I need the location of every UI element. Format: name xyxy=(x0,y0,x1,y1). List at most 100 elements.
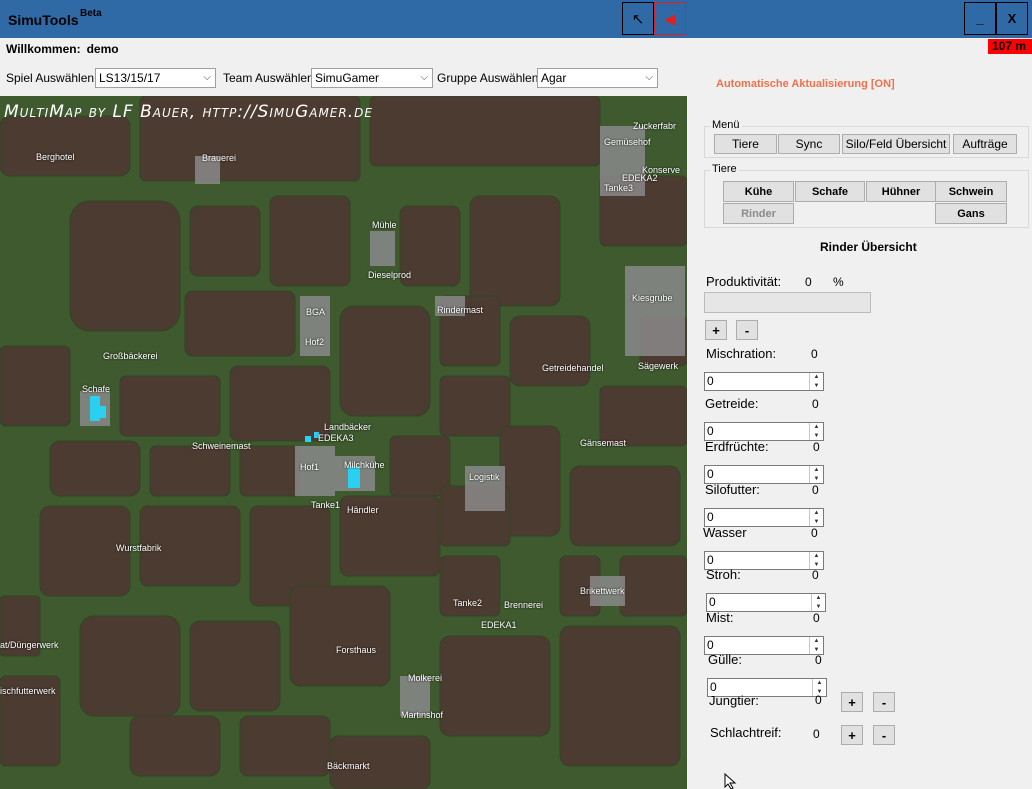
stepper-value: 0 xyxy=(710,680,717,694)
ping-indicator: 107 m xyxy=(988,39,1032,54)
triangle-left-icon: ◀ xyxy=(664,10,676,28)
map-label: Berghotel xyxy=(36,152,75,162)
arrow-up-left-icon: ↖ xyxy=(631,10,645,28)
field-value: 0 xyxy=(812,568,819,582)
plus-icon: + xyxy=(848,727,856,743)
welcome-text: Willkommen: demo xyxy=(6,42,119,56)
map-label: Schafe xyxy=(82,384,111,394)
pigs-button-label: Schwein xyxy=(948,185,994,198)
map-label: Schweinemast xyxy=(192,441,251,451)
game-select-value: LS13/15/17 xyxy=(99,71,161,85)
welcome-label: Willkommen: xyxy=(6,42,81,56)
map-label: Gemüsehof xyxy=(604,137,651,147)
productivity-minus-button[interactable]: - xyxy=(736,320,758,340)
map-label: EDEKA1 xyxy=(481,620,517,630)
cattle-button[interactable]: Rinder xyxy=(723,203,794,224)
sync-button[interactable]: Sync xyxy=(778,134,840,154)
map-label: Rindermast xyxy=(437,305,484,315)
arrow-up-icon[interactable]: ▲ xyxy=(810,466,823,475)
close-button[interactable]: X xyxy=(996,2,1028,35)
team-select-label: Team Auswählen: xyxy=(223,71,318,85)
nav-toggle-button[interactable]: ◀ xyxy=(654,2,686,35)
map-title: MultiMap by LF Bauer, http://SimuGamer.d… xyxy=(4,102,373,122)
map-label: Tanke3 xyxy=(604,183,634,193)
field-value: 0 xyxy=(815,653,822,667)
map-label: EDEKA3 xyxy=(318,433,354,443)
arrow-down-icon[interactable]: ▼ xyxy=(810,518,823,527)
stepper-arrows[interactable]: ▲ ▼ xyxy=(811,594,825,611)
map-label: Großbäckerei xyxy=(103,351,158,361)
field-label: Mist: xyxy=(706,610,734,625)
slaughter-plus-button[interactable]: + xyxy=(841,725,863,745)
slaughter-value: 0 xyxy=(813,727,820,741)
map-label: Tanke1 xyxy=(311,500,341,510)
map-label: Getreidehandel xyxy=(542,363,604,373)
orders-button-label: Aufträge xyxy=(962,137,1008,151)
young-plus-button[interactable]: + xyxy=(841,692,863,712)
stepper-value: 0 xyxy=(707,638,714,652)
stepper-arrows[interactable]: ▲ ▼ xyxy=(809,466,823,483)
young-minus-button[interactable]: - xyxy=(873,692,895,712)
plus-icon: + xyxy=(848,694,856,710)
animals-group-title: Tiere xyxy=(710,163,739,175)
field-value: 0 xyxy=(813,440,820,454)
geese-button[interactable]: Gans xyxy=(935,203,1007,224)
arrow-down-icon[interactable]: ▼ xyxy=(810,475,823,484)
group-select[interactable]: Agar ⌵ xyxy=(537,68,658,88)
stepper-arrows[interactable]: ▲ ▼ xyxy=(809,373,823,390)
young-label: Jungtier: xyxy=(709,693,759,708)
arrow-up-icon[interactable]: ▲ xyxy=(810,423,823,432)
cows-button[interactable]: Kühe xyxy=(723,181,794,202)
close-label: X xyxy=(1007,11,1017,26)
field-value: 0 xyxy=(812,483,819,497)
minimize-button[interactable]: _ xyxy=(964,2,996,35)
map-label: Forsthaus xyxy=(336,645,377,655)
game-select[interactable]: LS13/15/17 ⌵ xyxy=(95,68,216,88)
field-value: 0 xyxy=(812,397,819,411)
silo-overview-button[interactable]: Silo/Feld Übersicht xyxy=(842,134,950,154)
team-select[interactable]: SimuGamer ⌵ xyxy=(311,68,433,88)
arrow-down-icon[interactable]: ▼ xyxy=(810,382,823,391)
stepper-arrows[interactable]: ▲ ▼ xyxy=(809,423,823,440)
chickens-button[interactable]: Hühner xyxy=(866,181,936,202)
stepper-arrows[interactable]: ▲ ▼ xyxy=(809,637,823,654)
map-label: BGA xyxy=(306,307,326,317)
field-value: 0 xyxy=(813,611,820,625)
field-label: Getreide: xyxy=(705,396,759,411)
quantity-stepper[interactable]: 0 ▲ ▼ xyxy=(704,372,824,391)
productivity-bar xyxy=(704,292,871,313)
map-label: Hof2 xyxy=(305,337,325,347)
sheep-button[interactable]: Schafe xyxy=(795,181,865,202)
arrow-up-icon[interactable]: ▲ xyxy=(810,552,823,561)
map-label: Molkerei xyxy=(408,673,443,683)
arrow-up-icon[interactable]: ▲ xyxy=(810,373,823,382)
arrow-up-icon[interactable]: ▲ xyxy=(813,679,826,688)
stepper-value: 0 xyxy=(707,424,714,438)
arrow-up-icon[interactable]: ▲ xyxy=(812,594,825,603)
tiere-button[interactable]: Tiere xyxy=(714,134,777,154)
arrow-down-icon[interactable]: ▼ xyxy=(810,432,823,441)
game-select-label: Spiel Auswählen: xyxy=(6,71,98,85)
stepper-value: 0 xyxy=(709,595,716,609)
stepper-arrows[interactable]: ▲ ▼ xyxy=(809,509,823,526)
sync-button-label: Sync xyxy=(795,137,823,151)
slaughter-minus-button[interactable]: - xyxy=(873,725,895,745)
arrow-up-icon[interactable]: ▲ xyxy=(810,637,823,646)
orders-button[interactable]: Aufträge xyxy=(953,134,1017,154)
map-label: Landbäcker xyxy=(324,422,372,432)
field-label: Silofutter: xyxy=(705,482,760,497)
map-label: Händler xyxy=(347,505,379,515)
farm-map[interactable]: MultiMap by LF Bauer, http://SimuGamer.d… xyxy=(0,96,687,789)
arrow-up-icon[interactable]: ▲ xyxy=(810,509,823,518)
productivity-plus-button[interactable]: + xyxy=(705,320,727,340)
silo-overview-button-label: Silo/Feld Übersicht xyxy=(845,137,947,151)
arrow-down-icon[interactable]: ▼ xyxy=(812,603,825,612)
group-select-value: Agar xyxy=(541,71,567,85)
map-label: Milchkühe xyxy=(344,460,385,470)
tiere-button-label: Tiere xyxy=(732,137,759,151)
field-label: Stroh: xyxy=(706,567,741,582)
stepper-arrows[interactable]: ▲ ▼ xyxy=(809,552,823,569)
geese-button-label: Gans xyxy=(957,207,985,220)
nav-back-button[interactable]: ↖ xyxy=(622,2,654,35)
pigs-button[interactable]: Schwein xyxy=(935,181,1007,202)
